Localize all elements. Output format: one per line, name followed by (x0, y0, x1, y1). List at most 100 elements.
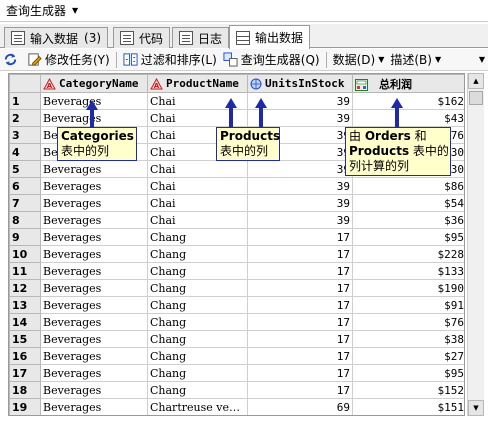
cell-total-profit[interactable]: $190 (352, 279, 464, 297)
table-row[interactable]: 19 Beverages Chartreuse ve… 69 $151 (9, 398, 464, 415)
scroll-down-button[interactable]: ▼ (468, 400, 484, 416)
row-number[interactable]: 10 (9, 245, 41, 263)
cell-units-in-stock[interactable]: 17 (247, 364, 353, 382)
row-number[interactable]: 19 (9, 398, 41, 415)
table-row[interactable]: 15 Beverages Chang 17 $38 (9, 330, 464, 348)
window-title-bar[interactable]: 查询生成器 ▼ (0, 0, 488, 22)
cell-product-name[interactable]: Chang (147, 279, 248, 297)
cell-product-name[interactable]: Chang (147, 262, 248, 280)
describe-menu[interactable]: 描述(B) ▼ (387, 50, 444, 70)
modify-task-button[interactable]: 修改任务(Y) (24, 50, 113, 70)
cell-total-profit[interactable]: $152 (352, 381, 464, 399)
cell-category-name[interactable]: Beverages (40, 211, 148, 229)
cell-units-in-stock[interactable]: 17 (247, 245, 353, 263)
scroll-thumb[interactable] (469, 91, 483, 105)
cell-total-profit[interactable]: $91 (352, 296, 464, 314)
cell-total-profit[interactable]: $95 (352, 228, 464, 246)
cell-category-name[interactable]: Beverages (40, 160, 148, 178)
row-number[interactable]: 2 (9, 109, 41, 127)
row-number[interactable]: 1 (9, 92, 41, 110)
cell-total-profit[interactable]: $95 (352, 364, 464, 382)
row-number[interactable]: 16 (9, 347, 41, 365)
cell-units-in-stock[interactable]: 39 (247, 177, 353, 195)
cell-product-name[interactable]: Chartreuse ve… (147, 398, 248, 415)
row-number[interactable]: 9 (9, 228, 41, 246)
table-row[interactable]: 18 Beverages Chang 17 $152 (9, 381, 464, 399)
cell-units-in-stock[interactable]: 17 (247, 330, 353, 348)
cell-product-name[interactable]: Chang (147, 364, 248, 382)
cell-total-profit[interactable]: $27 (352, 347, 464, 365)
query-builder-button[interactable]: 查询生成器(Q) (220, 50, 323, 70)
cell-category-name[interactable]: Beverages (40, 398, 148, 415)
row-number[interactable]: 13 (9, 296, 41, 314)
table-row[interactable]: 11 Beverages Chang 17 $133 (9, 262, 464, 280)
cell-product-name[interactable]: Chang (147, 245, 248, 263)
table-row[interactable]: 8 Beverages Chai 39 $36 (9, 211, 464, 229)
cell-category-name[interactable]: Beverages (40, 347, 148, 365)
tab-code[interactable]: 代码 (113, 27, 171, 48)
cell-category-name[interactable]: Beverages (40, 177, 148, 195)
cell-product-name[interactable]: Chang (147, 228, 248, 246)
cell-total-profit[interactable]: $86 (352, 177, 464, 195)
cell-product-name[interactable]: Chai (147, 194, 248, 212)
row-number[interactable]: 7 (9, 194, 41, 212)
cell-total-profit[interactable]: $228 (352, 245, 464, 263)
cell-units-in-stock[interactable]: 17 (247, 228, 353, 246)
cell-category-name[interactable]: Beverages (40, 262, 148, 280)
row-number[interactable]: 4 (9, 143, 41, 161)
cell-units-in-stock[interactable]: 17 (247, 279, 353, 297)
table-row[interactable]: 10 Beverages Chang 17 $228 (9, 245, 464, 263)
cell-units-in-stock[interactable]: 17 (247, 313, 353, 331)
row-number[interactable]: 17 (9, 364, 41, 382)
table-row[interactable]: 6 Beverages Chai 39 $86 (9, 177, 464, 195)
cell-category-name[interactable]: Beverages (40, 279, 148, 297)
cell-category-name[interactable]: Beverages (40, 296, 148, 314)
row-number[interactable]: 11 (9, 262, 41, 280)
cell-product-name[interactable]: Chang (147, 381, 248, 399)
tab-output-data[interactable]: 输出数据 (229, 25, 311, 49)
cell-total-profit[interactable]: $54 (352, 194, 464, 212)
column-header-total-profit[interactable]: 总利润 (352, 74, 464, 93)
column-header-productname[interactable]: A ProductName (147, 74, 248, 93)
cell-total-profit[interactable]: $162 (352, 92, 464, 110)
cell-category-name[interactable]: Beverages (40, 228, 148, 246)
cell-units-in-stock[interactable]: 39 (247, 160, 353, 178)
cell-product-name[interactable]: Chai (147, 211, 248, 229)
toolbar-overflow-button[interactable]: ▼ (473, 50, 488, 70)
cell-units-in-stock[interactable]: 69 (247, 398, 353, 415)
cell-total-profit[interactable]: $38 (352, 330, 464, 348)
scroll-up-button[interactable]: ▲ (468, 73, 484, 89)
column-header-categoryname[interactable]: A CategoryName (40, 74, 148, 93)
cell-total-profit[interactable]: $76 (352, 313, 464, 331)
tab-input-data[interactable]: 输入数据 (3) (4, 27, 109, 48)
column-header-unitsinstock[interactable]: UnitsInStock (247, 74, 353, 93)
table-row[interactable]: 16 Beverages Chang 17 $27 (9, 347, 464, 365)
row-number[interactable]: 8 (9, 211, 41, 229)
cell-category-name[interactable]: Beverages (40, 381, 148, 399)
cell-category-name[interactable]: Beverages (40, 364, 148, 382)
cell-product-name[interactable]: Chang (147, 296, 248, 314)
table-row[interactable]: 9 Beverages Chang 17 $95 (9, 228, 464, 246)
refresh-button[interactable] (0, 50, 24, 70)
cell-product-name[interactable]: Chang (147, 313, 248, 331)
tab-log[interactable]: 日志 (172, 27, 230, 48)
table-row[interactable]: 17 Beverages Chang 17 $95 (9, 364, 464, 382)
cell-category-name[interactable]: Beverages (40, 245, 148, 263)
cell-total-profit[interactable]: $36 (352, 211, 464, 229)
filter-sort-button[interactable]: 过滤和排序(L) (120, 50, 220, 70)
cell-units-in-stock[interactable]: 17 (247, 296, 353, 314)
cell-total-profit[interactable]: $43 (352, 109, 464, 127)
cell-units-in-stock[interactable]: 39 (247, 211, 353, 229)
row-number[interactable]: 14 (9, 313, 41, 331)
cell-total-profit[interactable]: $151 (352, 398, 464, 415)
data-menu[interactable]: 数据(D) ▼ (330, 50, 388, 70)
cell-category-name[interactable]: Beverages (40, 330, 148, 348)
cell-product-name[interactable]: Chang (147, 330, 248, 348)
cell-units-in-stock[interactable]: 17 (247, 262, 353, 280)
row-number[interactable]: 6 (9, 177, 41, 195)
cell-total-profit[interactable]: $133 (352, 262, 464, 280)
cell-product-name[interactable]: Chai (147, 160, 248, 178)
cell-product-name[interactable]: Chang (147, 347, 248, 365)
row-number[interactable]: 12 (9, 279, 41, 297)
table-row[interactable]: 7 Beverages Chai 39 $54 (9, 194, 464, 212)
